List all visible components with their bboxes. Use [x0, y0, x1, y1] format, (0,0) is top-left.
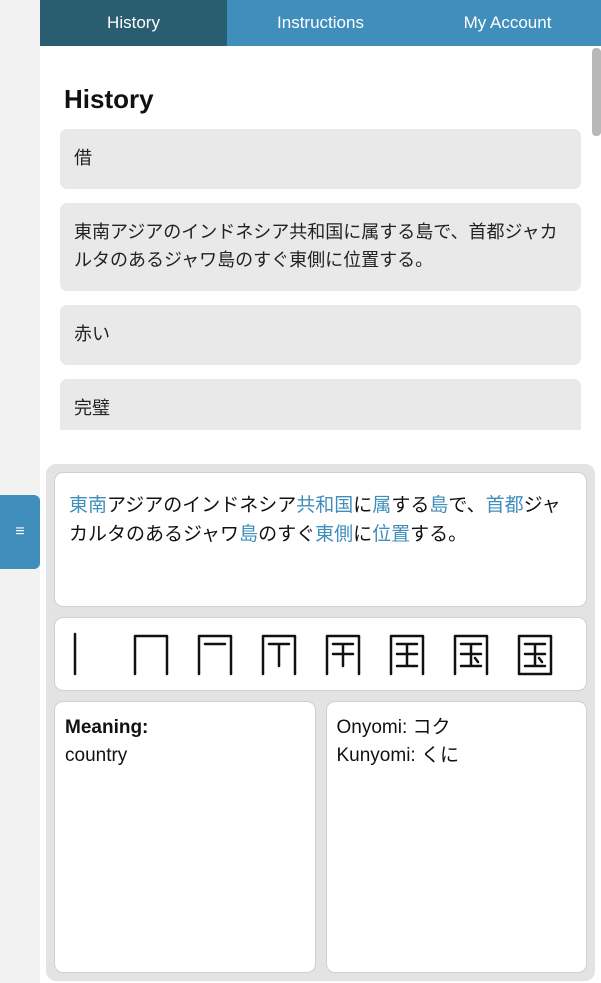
stroke-step-5 — [317, 628, 369, 680]
history-item[interactable]: 赤い — [60, 305, 581, 365]
highlighted-word[interactable]: 属 — [372, 495, 391, 516]
sentence-text: する — [391, 495, 429, 516]
sentence-text: に — [353, 495, 372, 516]
kunyomi-value: くに — [421, 745, 459, 766]
tab-history[interactable]: History — [40, 0, 227, 46]
sentence-text: する。 — [410, 524, 467, 545]
meaning-value: country — [65, 745, 127, 766]
history-item[interactable]: 東南アジアのインドネシア共和国に属する島で、首都ジャカルタのあるジャワ島のすぐ東… — [60, 203, 581, 291]
sentence-text: アジアのインドネシア — [107, 495, 296, 516]
meaning-card: Meaning: country — [54, 701, 316, 973]
highlighted-word[interactable]: 東南 — [69, 495, 107, 516]
stroke-step-3 — [189, 628, 241, 680]
sentence-text: に — [353, 524, 372, 545]
stroke-step-7 — [445, 628, 497, 680]
stroke-step-6 — [381, 628, 433, 680]
sentence-card: 東南アジアのインドネシア共和国に属する島で、首都ジャカルタのあるジャワ島のすぐ東… — [54, 472, 587, 607]
sentence-text: のすぐ — [258, 524, 315, 545]
hamburger-icon: ≡ — [15, 523, 24, 541]
stroke-step-8 — [509, 628, 561, 680]
highlighted-word[interactable]: 島 — [429, 495, 448, 516]
onyomi-value: コク — [413, 717, 451, 738]
highlighted-word[interactable]: 位置 — [372, 524, 410, 545]
stroke-step-4 — [253, 628, 305, 680]
history-title: History — [64, 84, 581, 115]
history-item[interactable]: 完璧 — [60, 379, 581, 431]
scrollbar[interactable] — [592, 48, 601, 136]
highlighted-word[interactable]: 共和国 — [296, 495, 353, 516]
tab-instructions[interactable]: Instructions — [227, 0, 414, 46]
left-gutter — [0, 0, 40, 983]
highlighted-word[interactable]: 島 — [239, 524, 258, 545]
readings-card: Onyomi: コク Kunyomi: くに — [326, 701, 588, 973]
kunyomi-label: Kunyomi: — [337, 745, 416, 766]
tabs: History Instructions My Account — [40, 0, 601, 46]
history-item[interactable]: 借 — [60, 129, 581, 189]
highlighted-word[interactable]: 東側 — [315, 524, 353, 545]
sentence-text: で、 — [448, 495, 485, 516]
history-section: History 借 東南アジアのインドネシア共和国に属する島で、首都ジャカルタの… — [40, 46, 601, 430]
meaning-label: Meaning: — [65, 717, 148, 738]
stroke-order-card — [54, 617, 587, 691]
stroke-step-1 — [61, 628, 113, 680]
drawer-toggle[interactable]: ≡ — [0, 495, 40, 569]
onyomi-label: Onyomi: — [337, 717, 408, 738]
detail-panel: 東南アジアのインドネシア共和国に属する島で、首都ジャカルタのあるジャワ島のすぐ東… — [46, 464, 595, 981]
tab-my-account[interactable]: My Account — [414, 0, 601, 46]
stroke-step-2 — [125, 628, 177, 680]
highlighted-word[interactable]: 首都 — [486, 495, 524, 516]
